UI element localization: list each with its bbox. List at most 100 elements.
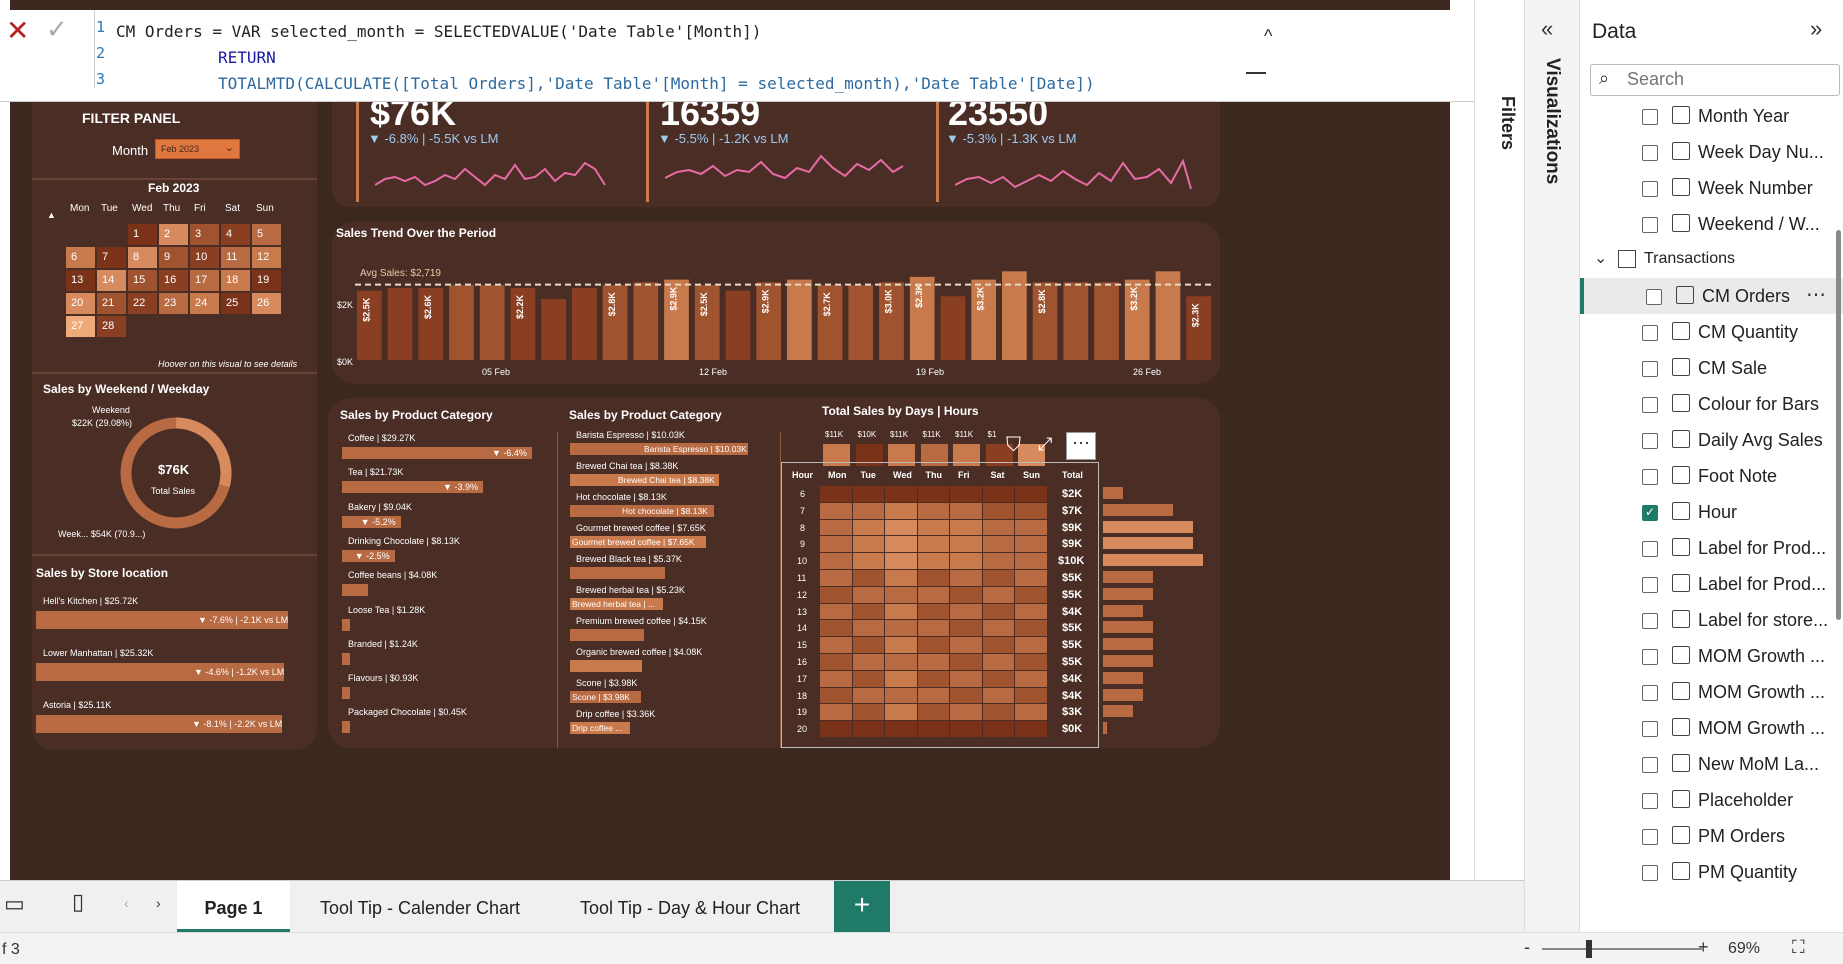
field-item[interactable]: CM Sale <box>1580 350 1843 386</box>
calendar-day[interactable]: 12 <box>252 247 281 268</box>
heatmap-cell[interactable] <box>1015 570 1047 586</box>
more-options-icon[interactable]: ⋯ <box>1806 282 1826 307</box>
hour-total-bar[interactable] <box>1103 621 1153 634</box>
heatmap-cell[interactable] <box>982 603 1014 620</box>
heatmap-cell[interactable] <box>1015 620 1047 637</box>
formula-line-1[interactable]: CM Orders = VAR selected_month = SELECTE… <box>116 18 761 45</box>
trend-bar[interactable] <box>1094 282 1119 360</box>
field-checkbox[interactable] <box>1642 865 1658 881</box>
heatmap-cell[interactable] <box>982 486 1014 502</box>
field-checkbox[interactable] <box>1642 325 1658 341</box>
tab-page-1[interactable]: Page 1 <box>177 881 290 933</box>
heatmap-cell[interactable] <box>852 553 884 569</box>
field-checkbox[interactable] <box>1642 109 1658 125</box>
heatmap-cell[interactable] <box>852 704 884 721</box>
field-checkbox[interactable] <box>1642 181 1658 197</box>
field-item[interactable]: Colour for Bars <box>1580 386 1843 422</box>
heatmap-cell[interactable] <box>885 603 917 620</box>
heatmap-cell[interactable] <box>820 704 852 721</box>
heatmap-cell[interactable] <box>982 704 1014 721</box>
heatmap-cell[interactable] <box>950 486 982 502</box>
field-checkbox[interactable] <box>1642 829 1658 845</box>
heatmap-cell[interactable] <box>885 620 917 637</box>
mobile-layout-icon[interactable]: ▯ <box>72 889 84 915</box>
heatmap-cell[interactable] <box>950 536 982 553</box>
heatmap-cell[interactable] <box>917 620 949 637</box>
calendar-day[interactable]: 16 <box>159 270 188 291</box>
zoom-in-icon[interactable]: + <box>1698 937 1709 958</box>
heatmap-cell[interactable] <box>1015 687 1047 704</box>
trend-bar[interactable] <box>387 287 413 360</box>
heatmap-cell[interactable] <box>852 519 884 536</box>
heatmap-cell[interactable] <box>885 586 917 603</box>
heatmap-cell[interactable] <box>982 519 1014 536</box>
heatmap-cell[interactable] <box>885 502 917 519</box>
heatmap-cell[interactable] <box>1015 603 1047 620</box>
heatmap-cell[interactable] <box>885 553 917 569</box>
heatmap-cell[interactable] <box>982 620 1014 637</box>
formula-line-2[interactable]: RETURN <box>218 44 276 71</box>
heatmap-cell[interactable] <box>852 670 884 687</box>
focus-mode-icon[interactable]: ⤢ <box>1038 434 1052 455</box>
zoom-slider-thumb[interactable] <box>1586 940 1592 958</box>
formula-bar[interactable]: ✕ ✓ 1 2 3 CM Orders = VAR selected_month… <box>0 10 1490 102</box>
heatmap-cell[interactable] <box>917 670 949 687</box>
heatmap-cell[interactable] <box>852 637 884 653</box>
field-checkbox[interactable] <box>1642 721 1658 737</box>
field-checkbox[interactable] <box>1642 613 1658 629</box>
trend-bar[interactable] <box>479 285 505 360</box>
heatmap-cell[interactable] <box>852 502 884 519</box>
trend-bar[interactable] <box>1063 282 1089 360</box>
heatmap-cell[interactable] <box>950 603 982 620</box>
search-input[interactable] <box>1627 69 1827 90</box>
heatmap-cell[interactable] <box>982 586 1014 603</box>
trend-bar[interactable] <box>848 285 874 360</box>
heatmap-cell[interactable] <box>852 486 884 502</box>
hour-total-bar[interactable] <box>1103 722 1107 735</box>
calendar-day[interactable]: 11 <box>221 247 250 268</box>
heatmap-cell[interactable] <box>852 603 884 620</box>
hour-total-bar[interactable] <box>1103 638 1153 651</box>
field-checkbox[interactable] <box>1642 217 1658 233</box>
heatmap-cell[interactable] <box>982 687 1014 704</box>
calendar-day[interactable]: 17 <box>190 270 219 291</box>
filter-icon[interactable]: ⛉ <box>1006 434 1021 457</box>
formula-line-3[interactable]: TOTALMTD(CALCULATE([Total Orders],'Date … <box>218 70 1095 97</box>
cancel-icon[interactable]: ✕ <box>6 14 29 47</box>
heatmap-cell[interactable] <box>852 536 884 553</box>
heatmap-cell[interactable] <box>917 570 949 586</box>
heatmap-cell[interactable] <box>917 486 949 502</box>
hour-total-bar[interactable] <box>1103 655 1153 667</box>
hour-total-bar[interactable] <box>1103 671 1143 684</box>
heatmap-cell[interactable] <box>950 670 982 687</box>
add-page-button[interactable]: + <box>834 881 890 933</box>
trend-bar[interactable] <box>572 287 597 360</box>
heatmap-cell[interactable] <box>917 654 949 670</box>
heatmap-cell[interactable] <box>917 553 949 569</box>
calendar-day[interactable]: 24 <box>190 293 219 314</box>
calendar-day[interactable]: 26 <box>252 293 281 314</box>
heatmap-cell[interactable] <box>982 637 1014 653</box>
heatmap-cell[interactable] <box>852 586 884 603</box>
heatmap-cell[interactable] <box>885 486 917 502</box>
heatmap-cell[interactable] <box>950 721 982 737</box>
heatmap-cell[interactable] <box>885 519 917 536</box>
calendar-day[interactable]: 23 <box>159 293 188 314</box>
trend-bar[interactable] <box>787 279 812 360</box>
collapse-right-icon[interactable]: » <box>1810 16 1822 42</box>
heatmap-cell[interactable] <box>1015 553 1047 569</box>
heatmap-cell[interactable] <box>917 586 949 603</box>
hour-total-bar[interactable] <box>1103 705 1133 718</box>
heatmap-cell[interactable] <box>820 637 852 653</box>
field-item[interactable]: Label for Prod... <box>1580 566 1843 602</box>
field-item[interactable]: Weekend / W... <box>1580 206 1843 242</box>
heatmap-cell[interactable] <box>852 654 884 670</box>
calendar-day[interactable]: 15 <box>128 270 157 291</box>
trend-bar[interactable] <box>725 290 751 360</box>
field-checkbox[interactable] <box>1642 145 1658 161</box>
heatmap-cell[interactable] <box>820 536 852 553</box>
search-box[interactable]: ⌕ <box>1590 64 1840 96</box>
month-dropdown[interactable]: Feb 2023 ⌄ <box>155 139 240 159</box>
scrollbar[interactable] <box>1836 230 1841 620</box>
calendar-day[interactable]: 9 <box>159 247 188 268</box>
